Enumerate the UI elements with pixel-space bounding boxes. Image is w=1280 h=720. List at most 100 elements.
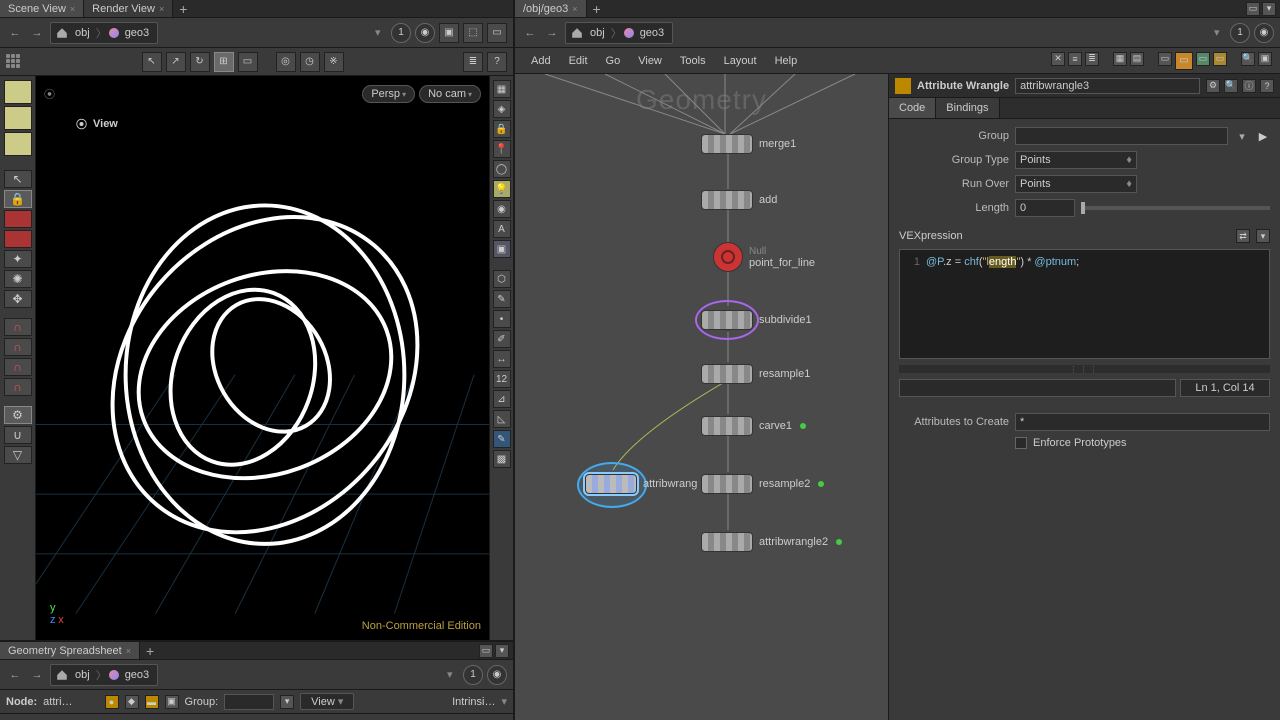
dropdown-icon[interactable]: ▾ [447, 668, 459, 681]
grid2-icon[interactable]: ▤ [1130, 52, 1144, 66]
tool-select-icon[interactable] [4, 80, 32, 104]
vex-menu-icon[interactable]: ▾ [1256, 229, 1270, 243]
tool-magnet-icon[interactable]: ∩ [4, 318, 32, 336]
list2-icon[interactable]: ≣ [1085, 52, 1099, 66]
prims-icon[interactable]: ▬ [145, 695, 159, 709]
menu-icon[interactable]: ▾ [495, 644, 509, 658]
node-add[interactable]: add [701, 190, 777, 210]
target-icon[interactable]: ◎ [276, 52, 296, 72]
tool-magnet3-icon[interactable]: ∩ [4, 358, 32, 376]
note-icon[interactable]: ▭ [1158, 52, 1172, 66]
runover-dropdown[interactable]: Points♦ [1015, 175, 1137, 193]
rtool-pin2-icon[interactable]: ◉ [493, 200, 511, 218]
node-resample2[interactable]: resample2 [701, 474, 824, 494]
close-icon[interactable]: × [572, 4, 577, 14]
rtool-dot-icon[interactable]: • [493, 310, 511, 328]
breadcrumb-level[interactable]: obj [71, 27, 94, 39]
pin-button[interactable]: 1 [1230, 23, 1250, 43]
search-icon[interactable]: 🔍 [1224, 79, 1238, 93]
snap-mode-icon[interactable]: ⊞ [214, 52, 234, 72]
breadcrumb-node[interactable]: geo3 [636, 27, 668, 39]
rtool-t2-icon[interactable]: ◺ [493, 410, 511, 428]
node-value[interactable]: attri… [43, 696, 72, 708]
help2-icon[interactable]: ? [1260, 79, 1274, 93]
tab-render-view[interactable]: Render View× [84, 0, 173, 17]
expand-icon[interactable]: ▭ [487, 23, 507, 43]
forward-arrow-icon[interactable]: → [28, 24, 46, 42]
node-subdivide1[interactable]: subdivide1 [701, 310, 812, 330]
menu-add[interactable]: Add [523, 51, 559, 71]
info-icon[interactable]: ⓘ [1242, 79, 1256, 93]
rtool-t1-icon[interactable]: ⊿ [493, 390, 511, 408]
grip-icon[interactable] [6, 54, 22, 70]
group-param-input[interactable] [1015, 127, 1228, 145]
rtool-2-icon[interactable]: ◈ [493, 100, 511, 118]
tool-lock-icon[interactable]: 🔒 [4, 190, 32, 208]
tool-bottom-icon[interactable]: ▽ [4, 446, 32, 464]
verts-icon[interactable]: ◆ [125, 695, 139, 709]
group-input[interactable] [224, 694, 274, 710]
rtool-s1-icon[interactable]: ⬡ [493, 270, 511, 288]
tab-code[interactable]: Code [889, 98, 936, 118]
back-arrow-icon[interactable]: ← [6, 24, 24, 42]
tool-red1-icon[interactable] [4, 210, 32, 228]
layers-icon[interactable]: ⬚ [463, 23, 483, 43]
rtool-1-icon[interactable]: ▦ [493, 80, 511, 98]
options-icon[interactable]: ≣ [463, 52, 483, 72]
intrinsics-dropdown[interactable]: Intrinsi… [452, 696, 495, 708]
operator-name-input[interactable] [1015, 78, 1200, 94]
menu-tools[interactable]: Tools [672, 51, 714, 71]
node-carve1[interactable]: carve1 [701, 416, 806, 436]
grouptype-dropdown[interactable]: Points♦ [1015, 151, 1137, 169]
breadcrumb-node[interactable]: geo3 [121, 669, 153, 681]
translate-mode-icon[interactable]: ↗ [166, 52, 186, 72]
camera-icon[interactable]: ▭ [238, 52, 258, 72]
vex-code-editor[interactable]: 1@P.z = chf("length") * @ptnum; [899, 249, 1270, 359]
breadcrumb[interactable]: obj 〉 geo3 [565, 22, 673, 44]
breadcrumb-level[interactable]: obj [71, 669, 94, 681]
menu-edit[interactable]: Edit [561, 51, 596, 71]
snapshot-icon[interactable]: ▣ [439, 23, 459, 43]
rtool-checker-icon[interactable]: ▩ [493, 450, 511, 468]
image-icon[interactable]: ▭ [1196, 52, 1210, 66]
detail-icon[interactable]: ▣ [165, 695, 179, 709]
view-dropdown[interactable]: View ▾ [300, 693, 354, 710]
rtool-s2-icon[interactable]: ✎ [493, 290, 511, 308]
tool-brush-icon[interactable] [4, 132, 32, 156]
camera-dropdown[interactable]: No cam▾ [419, 85, 481, 103]
add-tab-button[interactable]: + [587, 1, 607, 17]
tool-magnet2-icon[interactable]: ∩ [4, 338, 32, 356]
length-slider[interactable] [1081, 206, 1270, 210]
rtool-lock-icon[interactable]: 🔒 [493, 120, 511, 138]
add-tab-button[interactable]: + [173, 1, 193, 17]
persp-dropdown[interactable]: Persp▾ [362, 85, 415, 103]
select-mode-icon[interactable]: ↖ [142, 52, 162, 72]
breadcrumb[interactable]: obj 〉 geo3 [50, 664, 158, 686]
rtool-pen-icon[interactable]: ✐ [493, 330, 511, 348]
rtool-cube-icon[interactable]: ▣ [493, 240, 511, 258]
misc-icon[interactable]: ※ [324, 52, 344, 72]
folder-icon[interactable]: ▭ [1213, 52, 1227, 66]
viewport-canvas[interactable]: ⦿ Persp▾ No cam▾ ⦿View yz x Non-Commerci… [36, 76, 489, 640]
tool-pointer-icon[interactable]: ↖ [4, 170, 32, 188]
close-icon[interactable]: × [70, 4, 75, 14]
network-editor[interactable]: Geometry me [515, 74, 888, 720]
link-button[interactable]: ◉ [487, 665, 507, 685]
back-arrow-icon[interactable]: ← [521, 24, 539, 42]
attrs-create-input[interactable]: * [1015, 413, 1270, 431]
tool-cup-icon[interactable]: ∪ [4, 426, 32, 444]
menu-go[interactable]: Go [598, 51, 629, 71]
rtool-pin-icon[interactable]: 📍 [493, 140, 511, 158]
search-net-icon[interactable]: 🔍 [1241, 52, 1255, 66]
close-icon[interactable]: × [126, 646, 131, 656]
tab-bindings[interactable]: Bindings [936, 98, 999, 118]
gear-icon[interactable]: ⚙ [1206, 79, 1220, 93]
maximize-icon[interactable]: ▭ [1246, 2, 1260, 16]
close-icon[interactable]: × [159, 4, 164, 14]
enforce-checkbox[interactable] [1015, 437, 1027, 449]
breadcrumb[interactable]: obj 〉 geo3 [50, 22, 158, 44]
breadcrumb-level[interactable]: obj [586, 27, 609, 39]
back-arrow-icon[interactable]: ← [6, 666, 24, 684]
tab-scene-view[interactable]: Scene View× [0, 0, 84, 17]
add-tab-button[interactable]: + [140, 643, 160, 659]
